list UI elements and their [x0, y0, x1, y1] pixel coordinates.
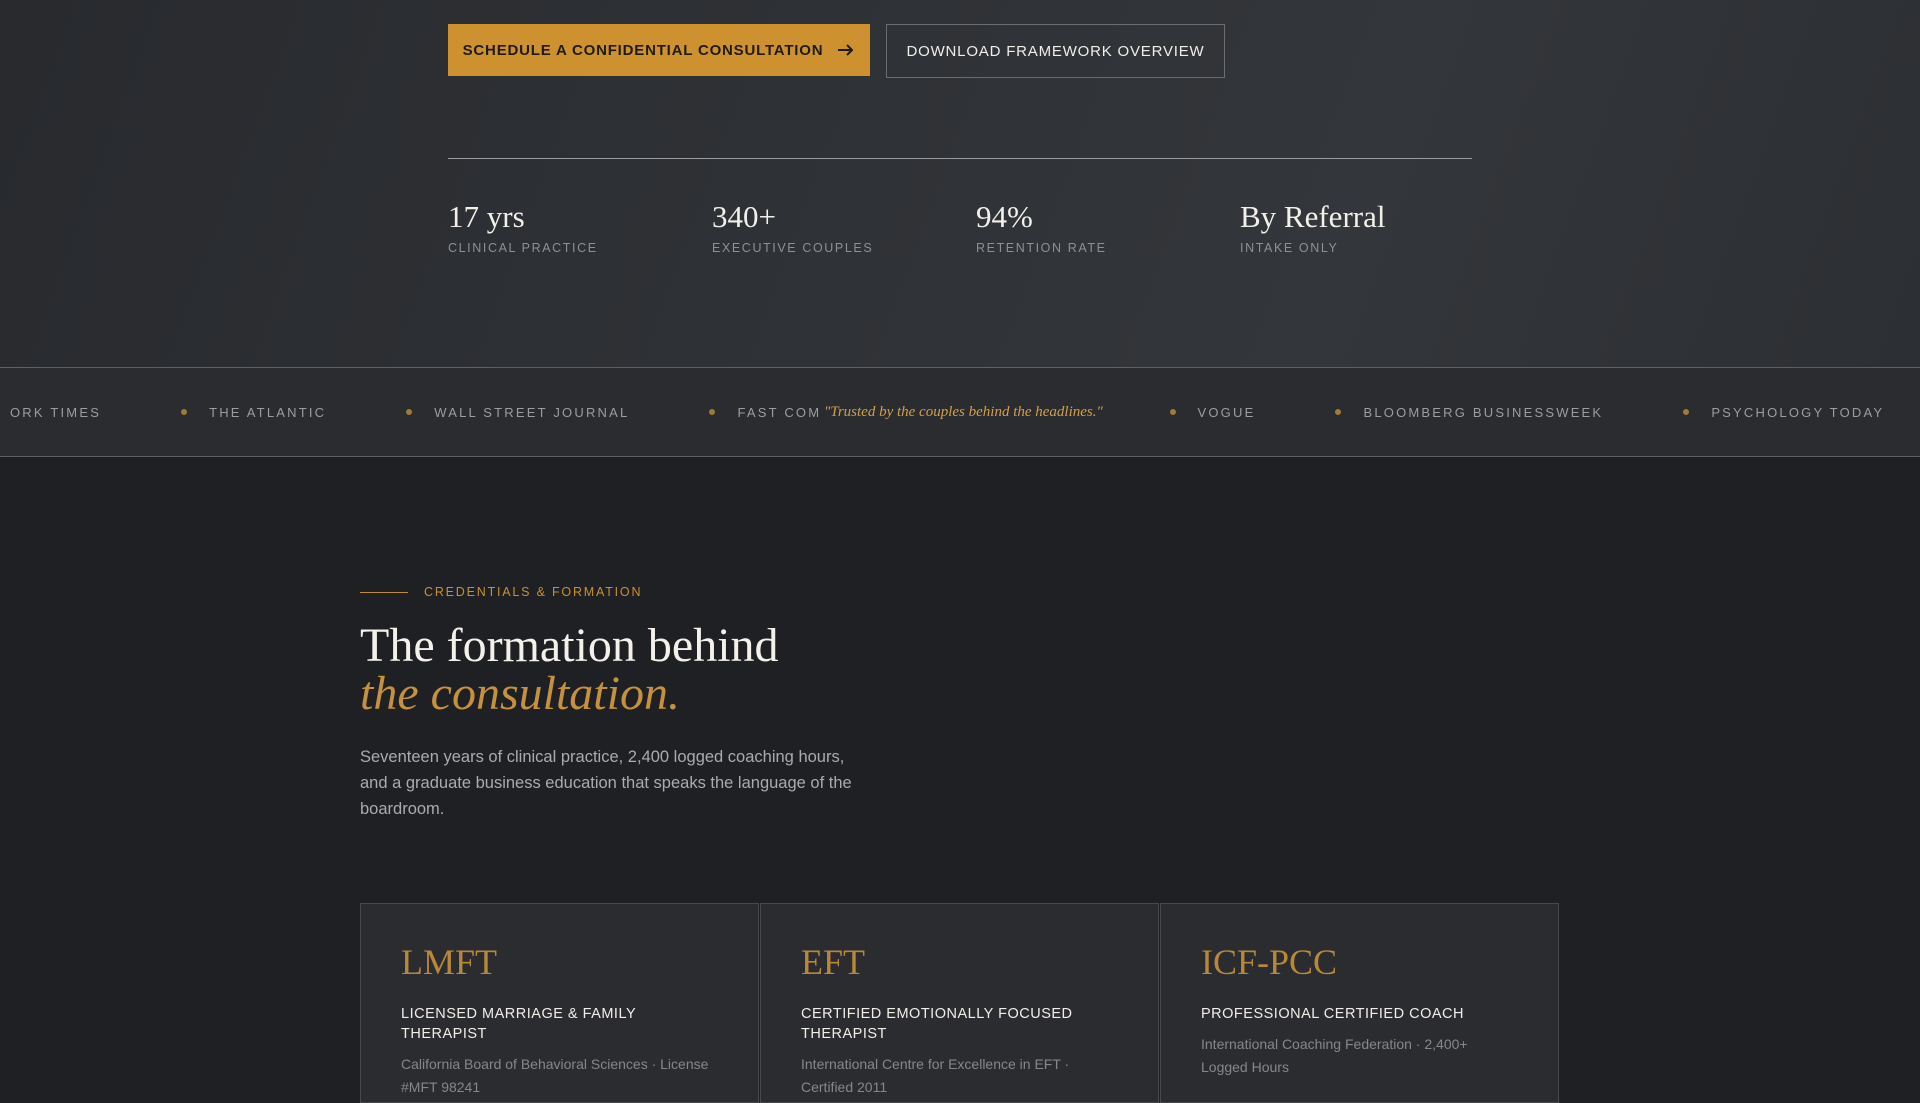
section-eyebrow: CREDENTIALS & FORMATION: [360, 585, 642, 599]
stat-retention-rate: 94% RETENTION RATE: [976, 198, 1107, 255]
stat-clinical-practice: 17 yrs CLINICAL PRACTICE: [448, 198, 598, 255]
schedule-consultation-label: SCHEDULE A CONFIDENTIAL CONSULTATION: [462, 41, 824, 59]
headline-line-1: The formation behind: [360, 619, 779, 672]
ticker-dot: [1683, 409, 1690, 415]
download-framework-label: DOWNLOAD FRAMEWORK OVERVIEW: [906, 42, 1205, 60]
ticker-item-press: VOGUE: [1197, 404, 1256, 420]
card-description: International Coaching Federation · 2,40…: [1201, 1036, 1468, 1075]
stat-executive-couples: 340+ EXECUTIVE COUPLES: [712, 198, 873, 255]
ticker-dot: [181, 409, 188, 415]
stat-label: RETENTION RATE: [976, 241, 1107, 255]
stat-label: INTAKE ONLY: [1240, 241, 1339, 255]
arrow-right-icon: [838, 44, 854, 56]
ticker-dot: [709, 409, 716, 415]
card-abbreviation: ICF-PCC: [1201, 942, 1338, 982]
ticker-item-press: WALL STREET JOURNAL: [434, 404, 630, 420]
stat-value: 340+: [712, 199, 776, 234]
card-description: California Board of Behavioral Sciences …: [401, 1056, 709, 1095]
ticker-dot: [406, 409, 413, 415]
ticker-quote: "Trusted by the couples behind the headl…: [822, 368, 1105, 456]
ticker-dot: [1169, 409, 1176, 415]
credential-cards: LMFT LICENSED MARRIAGE & FAMILY THERAPIS…: [360, 903, 1560, 1103]
card-title: LICENSED MARRIAGE & FAMILY THERAPIST: [401, 1006, 636, 1042]
card-title: CERTIFIED EMOTIONALLY FOCUSED THERAPIST: [801, 1006, 1073, 1042]
stat-value: 17 yrs: [448, 199, 525, 234]
credential-card-lmft: LMFT LICENSED MARRIAGE & FAMILY THERAPIS…: [360, 903, 759, 1103]
stat-label: EXECUTIVE COUPLES: [712, 241, 874, 255]
schedule-consultation-button[interactable]: SCHEDULE A CONFIDENTIAL CONSULTATION: [448, 24, 870, 76]
download-framework-button[interactable]: DOWNLOAD FRAMEWORK OVERVIEW: [886, 24, 1225, 78]
ticker-item-press: PSYCHOLOGY TODAY: [1711, 404, 1885, 420]
ticker-item-press: ORK TIMES: [10, 404, 102, 420]
stat-value: By Referral: [1240, 199, 1386, 234]
ticker-item-press: THE ATLANTIC: [209, 404, 327, 420]
press-ticker: ORK TIMES THE ATLANTIC WALL STREET JOURN…: [0, 367, 1920, 457]
stat-label: CLINICAL PRACTICE: [448, 241, 598, 255]
headline-line-2: the consultation.: [360, 667, 680, 720]
stat-intake: By Referral INTAKE ONLY: [1240, 198, 1385, 255]
stats-divider: [448, 158, 1472, 159]
ticker-dot: [1335, 409, 1342, 415]
eyebrow-label: CREDENTIALS & FORMATION: [424, 585, 643, 599]
ticker-item-press: BLOOMBERG BUSINESSWEEK: [1363, 404, 1604, 420]
section-headline: The formation behind the consultation.: [360, 622, 779, 718]
card-abbreviation: LMFT: [401, 942, 498, 982]
card-title: PROFESSIONAL CERTIFIED COACH: [1201, 1006, 1464, 1022]
credential-card-eft: EFT CERTIFIED EMOTIONALLY FOCUSED THERAP…: [760, 903, 1159, 1103]
card-abbreviation: EFT: [801, 942, 866, 982]
eyebrow-rule: [360, 591, 408, 593]
stat-value: 94%: [976, 199, 1033, 234]
hero-section: SCHEDULE A CONFIDENTIAL CONSULTATION DOW…: [0, 0, 1920, 367]
credential-card-icf-pcc: ICF-PCC PROFESSIONAL CERTIFIED COACH Int…: [1160, 903, 1559, 1103]
card-description: International Centre for Excellence in E…: [801, 1056, 1070, 1095]
section-lede: Seventeen years of clinical practice, 2,…: [360, 748, 852, 818]
